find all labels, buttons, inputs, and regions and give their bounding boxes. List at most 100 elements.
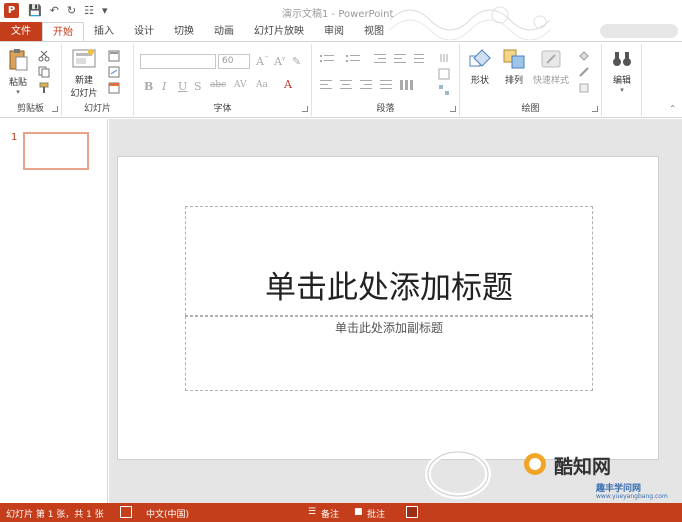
layout-icon[interactable]: [108, 50, 120, 62]
save-icon[interactable]: 💾: [28, 4, 42, 18]
shapes-button[interactable]: 形状: [466, 48, 494, 86]
cut-icon[interactable]: [38, 50, 50, 62]
slides-group-label: 幻灯片: [83, 104, 111, 114]
quick-styles-icon: [541, 50, 561, 68]
font-name-dropdown[interactable]: [140, 54, 216, 69]
quick-styles-button[interactable]: 快速样式: [530, 48, 572, 86]
italic-icon[interactable]: I: [162, 80, 166, 93]
chevron-down-icon: ▾: [16, 88, 20, 96]
powerpoint-logo-icon: P: [4, 3, 19, 18]
chevron-down-icon[interactable]: ▾: [102, 4, 108, 18]
start-from-beginning-icon[interactable]: ☷: [84, 4, 94, 18]
site-watermark: 酷知网 趣丰学问网 www.yueyangbang.com: [420, 440, 682, 502]
tab-home[interactable]: 开始: [42, 22, 84, 41]
shape-outline-icon[interactable]: [578, 66, 590, 78]
slide-thumbnail-pane: 1: [0, 119, 108, 503]
arrange-button[interactable]: 排列: [500, 48, 528, 86]
clear-formatting-icon[interactable]: ✎: [292, 55, 301, 68]
redo-icon[interactable]: ↻: [67, 4, 76, 18]
font-size-dropdown[interactable]: 60: [218, 54, 250, 69]
group-editing: 编辑 ▾: [602, 44, 642, 116]
shape-effects-icon[interactable]: [578, 82, 590, 94]
shape-fill-icon[interactable]: [578, 50, 590, 62]
tab-view[interactable]: 视图: [354, 22, 394, 41]
change-case-icon[interactable]: Aa: [256, 80, 268, 90]
underline-icon[interactable]: U: [178, 80, 187, 93]
undo-icon[interactable]: ↶: [50, 4, 59, 18]
language-status[interactable]: 中文(中国): [146, 507, 189, 520]
group-font: 60 A^ Av ✎ B I U S abc AV Aa A 字体: [134, 44, 312, 116]
new-slide-label-line2: 幻灯片: [70, 89, 98, 99]
reset-icon[interactable]: [108, 66, 120, 78]
dialog-launcher-icon[interactable]: [592, 106, 598, 112]
tab-transitions[interactable]: 切换: [164, 22, 204, 41]
watermark-url: www.yueyangbang.com: [596, 493, 668, 500]
copy-icon[interactable]: [38, 66, 50, 78]
binoculars-icon: [613, 52, 631, 66]
slide-thumbnail-number: 1: [11, 132, 18, 143]
tab-animations[interactable]: 动画: [204, 22, 244, 41]
watermark-brand: 酷知网: [554, 456, 612, 478]
group-slides: 新建 幻灯片 幻灯片: [62, 44, 134, 116]
alignment-icons: [320, 80, 413, 90]
character-spacing-icon[interactable]: AV: [234, 80, 247, 90]
shapes-label: 形状: [470, 76, 489, 86]
editing-button[interactable]: 编辑 ▾: [606, 48, 638, 94]
shadow-icon[interactable]: S: [194, 80, 202, 93]
group-drawing: 形状 排列 快速样式 绘图: [460, 44, 602, 116]
comments-button[interactable]: 批注: [367, 507, 385, 520]
title-placeholder-text: 单击此处添加标题: [265, 270, 513, 306]
notes-icon[interactable]: ☰: [308, 507, 316, 517]
comments-icon[interactable]: ■: [354, 507, 363, 517]
slide-count-status: 幻灯片 第 1 张，共 1 张: [6, 510, 104, 520]
editing-label: 编辑: [612, 76, 631, 86]
dialog-launcher-icon[interactable]: [52, 106, 58, 112]
status-bar: 幻灯片 第 1 张，共 1 张 中文(中国) ☰ 备注 ■ 批注: [0, 503, 682, 522]
shapes-icon: [469, 49, 491, 67]
new-slide-button[interactable]: 新建 幻灯片: [66, 48, 102, 99]
bold-icon[interactable]: B: [144, 80, 153, 93]
chevron-down-icon: ▾: [620, 86, 624, 94]
subtitle-placeholder[interactable]: 单击此处添加副标题: [185, 316, 593, 391]
title-bar: P 💾 ↶ ↻ ☷ ▾ 演示文稿1 - PowerPoint: [0, 0, 682, 40]
new-slide-label-line1: 新建: [74, 76, 93, 86]
dialog-launcher-icon[interactable]: [302, 106, 308, 112]
section-icon[interactable]: [108, 82, 120, 94]
slide-canvas[interactable]: 单击此处添加标题 单击此处添加副标题: [117, 156, 659, 460]
grow-font-icon[interactable]: A^: [256, 55, 269, 68]
subtitle-placeholder-text: 单击此处添加副标题: [334, 321, 443, 335]
font-size-value: 60: [222, 56, 234, 66]
align-text-icon[interactable]: [438, 68, 450, 80]
slide-thumbnail[interactable]: [23, 132, 89, 170]
paste-button[interactable]: 粘贴 ▾: [4, 48, 32, 96]
strikethrough-icon[interactable]: abc: [210, 80, 226, 90]
drawing-group-label: 绘图: [521, 104, 540, 114]
new-slide-icon: [72, 49, 96, 68]
title-placeholder[interactable]: 单击此处添加标题: [185, 206, 593, 316]
group-paragraph: 段落: [312, 44, 460, 116]
quick-access-toolbar: 💾 ↶ ↻ ☷ ▾: [28, 4, 108, 18]
spell-check-icon[interactable]: [120, 506, 132, 518]
smartart-icon[interactable]: [438, 84, 450, 96]
arrange-label: 排列: [504, 76, 523, 86]
tab-file[interactable]: 文件: [0, 22, 42, 41]
notes-button[interactable]: 备注: [321, 507, 339, 520]
normal-view-icon[interactable]: [406, 506, 418, 518]
shrink-font-icon[interactable]: Av: [274, 55, 285, 68]
paragraph-group-label: 段落: [376, 104, 395, 114]
tab-review[interactable]: 审阅: [314, 22, 354, 41]
format-painter-icon[interactable]: [38, 82, 50, 94]
collapse-ribbon-icon[interactable]: ⌃: [669, 104, 676, 113]
list-and-indent-icons: [320, 54, 424, 63]
tab-insert[interactable]: 插入: [84, 22, 124, 41]
font-group-label: 字体: [213, 104, 232, 114]
tab-slideshow[interactable]: 幻灯片放映: [244, 22, 314, 41]
tab-design[interactable]: 设计: [124, 22, 164, 41]
font-color-icon[interactable]: A: [284, 78, 292, 91]
arrange-icon: [503, 49, 525, 69]
quick-styles-label: 快速样式: [532, 76, 569, 86]
text-direction-icon[interactable]: [438, 52, 450, 64]
window-title: 演示文稿1 - PowerPoint: [282, 9, 394, 20]
dialog-launcher-icon[interactable]: [450, 106, 456, 112]
ribbon-home: 粘贴 ▾ 剪贴板 新建 幻灯片 幻灯片 60 A^ Av ✎ B I U S a…: [0, 41, 682, 118]
